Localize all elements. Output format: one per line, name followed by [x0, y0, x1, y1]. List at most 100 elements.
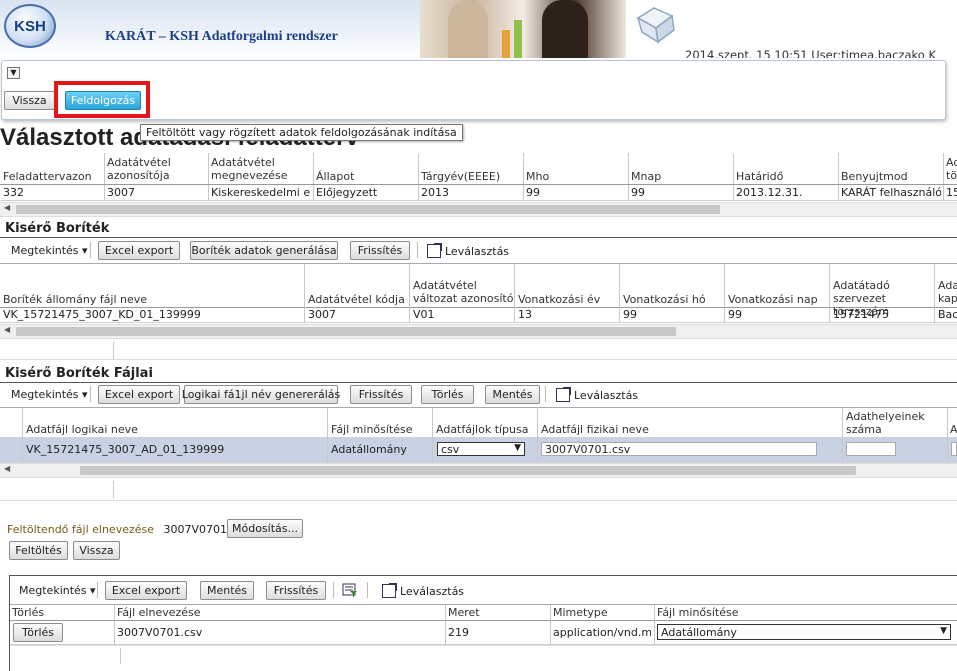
file-type-select[interactable]: csv ▼ [437, 442, 525, 456]
table-cell: 99 [728, 308, 742, 321]
save-button[interactable]: Mentés [200, 581, 254, 600]
save-button[interactable]: Mentés [485, 385, 540, 404]
table-row[interactable]: Törlés 3007V0701.csv 219 application/vnd… [10, 620, 957, 645]
table-cell: 99 [623, 308, 637, 321]
table-cell: Kiskereskedelmi e... [211, 186, 311, 199]
detach-button[interactable]: Leválasztás [382, 583, 464, 598]
scroll-left-icon[interactable]: ◀ [4, 325, 10, 334]
col-header: Mnap [631, 170, 662, 183]
table-row[interactable]: VK_15721475_3007_KD_01_139999 3007 V01 1… [0, 307, 957, 323]
col-header: Vonatkozási hó [623, 293, 706, 306]
generate-logical-name-button[interactable]: Logikai fá1jl név genererálás [182, 385, 340, 404]
refresh-button[interactable]: Frissítés [350, 241, 410, 260]
envelope-table-header: Boríték állomány fájl neve Adatátvétel k… [0, 263, 957, 318]
col-header: Állapot [316, 170, 355, 183]
table-cell: VK_15721475_3007_AD_01_139999 [26, 443, 225, 456]
col-header: Fájl elnevezése [117, 606, 201, 619]
table-cell: V01 [413, 308, 435, 321]
view-menu[interactable]: Megtekintés ▾ [11, 244, 88, 257]
physical-name-input[interactable]: 3007V0701.csv [541, 442, 817, 456]
refresh-button[interactable]: Frissítés [266, 581, 326, 600]
col-header: Feladattervazon [3, 170, 92, 183]
upload-button[interactable]: Feltöltés [9, 541, 68, 560]
physical-name-value: 3007V0701.csv [545, 442, 631, 456]
table-cell: 3007V0701.csv [117, 626, 203, 639]
view-menu[interactable]: Megtekintés ▾ [19, 584, 96, 597]
horizontal-scrollbar[interactable]: ◀ [0, 202, 957, 217]
table-cell: 219 [448, 626, 469, 639]
plan-table-header: Feladattervazon Adatátvétel azonosítója … [0, 153, 957, 185]
chevron-down-icon[interactable]: ▼ [7, 67, 20, 79]
user-info: 2014.szept. 15 10:51 User:timea.baczako … [685, 48, 937, 58]
data-count-input[interactable] [846, 442, 896, 456]
col-header: Benyujtmod [841, 170, 908, 183]
caret-down-icon: ▾ [82, 244, 88, 257]
filter-icon[interactable] [342, 582, 358, 598]
detach-label: Leválasztás [445, 244, 510, 258]
table-cell: 15721475 [833, 308, 889, 321]
excel-export-button[interactable]: Excel export [98, 385, 180, 404]
view-menu-label: Megtekintés [19, 584, 87, 597]
scroll-left-icon[interactable]: ◀ [4, 464, 10, 473]
table-cell: 3007 [308, 308, 336, 321]
detach-icon [382, 583, 397, 598]
col-header: Meret [448, 606, 480, 619]
bottom-table-header: Törlés Fájl elnevezése Meret Mimetype Fá… [10, 604, 957, 621]
table-row-selected[interactable]: VK_15721475_3007_AD_01_139999 Adatállomá… [0, 437, 957, 463]
col-header: Törlés [12, 606, 45, 619]
process-tooltip: Feltöltött vagy rögzített adatok feldolg… [140, 124, 463, 141]
refresh-button[interactable]: Frissítés [350, 385, 412, 404]
cube-logo-icon [636, 7, 675, 44]
row-delete-button[interactable]: Törlés [13, 623, 63, 642]
highlight-box [54, 81, 150, 118]
col-header: Adatfájl logikai neve [26, 423, 138, 436]
back-button[interactable]: Vissza [4, 91, 55, 110]
file-qualification-select[interactable]: Adatállomány ▼ [657, 624, 951, 640]
bottom-table-footer [10, 645, 957, 666]
col-header: Adathelyeinek száma [846, 410, 925, 436]
back-button[interactable]: Vissza [73, 541, 120, 560]
col-header: Mimetype [553, 606, 608, 619]
view-menu[interactable]: Megtekintés ▾ [11, 388, 88, 401]
col-header: Fájl minősítése [331, 423, 413, 436]
detach-label: Leválasztás [574, 388, 639, 402]
generate-envelope-button[interactable]: Boríték adatok generálása [190, 241, 338, 260]
caret-down-icon: ▾ [90, 584, 96, 597]
table-cell: Adatállomány [331, 443, 407, 456]
col-header: Adatátvétel azonosítója [107, 156, 171, 182]
col-header: Ada kap [938, 279, 957, 305]
scroll-left-icon[interactable]: ◀ [4, 203, 10, 212]
table-cell: application/vnd.m... [553, 626, 651, 639]
scrollbar-thumb[interactable] [16, 327, 676, 336]
col-header: Mho [526, 170, 550, 183]
scrollbar-thumb[interactable] [80, 466, 856, 475]
col-header: Adatátvétel változat azonosító [413, 279, 514, 305]
table-cell: 15 [946, 186, 957, 199]
col-header: Adatátvétel kódja [308, 293, 405, 306]
detach-icon [427, 243, 442, 258]
excel-export-button[interactable]: Excel export [105, 581, 187, 600]
horizontal-scrollbar[interactable]: ◀ [0, 463, 957, 478]
excel-export-button[interactable]: Excel export [98, 241, 180, 260]
detach-button[interactable]: Leválasztás [556, 387, 639, 402]
table-row[interactable]: 332 3007 Kiskereskedelmi e... Előjegyzet… [0, 185, 957, 201]
caret-down-icon: ▾ [82, 388, 88, 401]
horizontal-scrollbar[interactable]: ◀ [0, 324, 957, 339]
files-section-title: Kisérő Boríték Fájlai [5, 366, 153, 381]
table-cell: 3007 [107, 186, 135, 199]
file-qualification-value: Adatállomány [661, 625, 737, 639]
modify-button[interactable]: Módosítás... [227, 519, 303, 538]
col-header: Adatfájl fizikai neve [541, 423, 649, 436]
detach-button[interactable]: Leválasztás [427, 243, 510, 258]
extra-input[interactable] [951, 442, 957, 456]
delete-button[interactable]: Törlés [421, 385, 474, 404]
col-header: Ad tö [946, 156, 957, 182]
view-menu-label: Megtekintés [11, 244, 79, 257]
upload-filename-row: Feltöltendő fájl elnevezése 3007V0701.cs… [7, 523, 249, 536]
scrollbar-thumb[interactable] [16, 205, 720, 214]
table-cell: 332 [3, 186, 24, 199]
table-cell: Bac [938, 308, 957, 321]
files-table-header: Adatfájl logikai neve Fájl minősítése Ad… [0, 407, 957, 438]
table-cell: 2013 [421, 186, 449, 199]
ksh-logo: KSH [4, 4, 56, 48]
